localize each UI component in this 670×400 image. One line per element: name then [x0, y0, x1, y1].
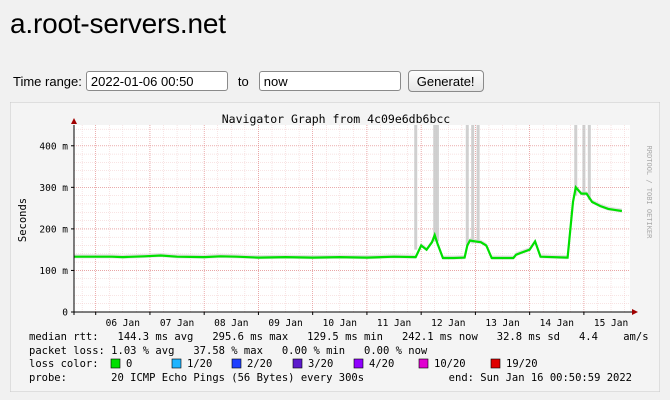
time-range-label: Time range:	[13, 73, 82, 89]
loss-color-swatch	[110, 358, 121, 369]
from-input[interactable]	[85, 71, 228, 91]
y-tick-label: 400 m	[39, 141, 68, 152]
to-label: to	[237, 73, 249, 89]
x-tick-label: 08 Jan	[214, 318, 248, 329]
page-title: a.root-servers.net	[10, 8, 226, 39]
smoke-spike	[587, 125, 591, 200]
x-tick-label: 13 Jan	[485, 318, 519, 329]
smoke-spike	[433, 125, 437, 242]
smoke-spike	[476, 125, 480, 244]
time-range-form: Time range: to Generate!	[13, 70, 484, 92]
loss-color-swatch	[231, 358, 242, 369]
x-tick-label: 11 Jan	[377, 318, 411, 329]
plot-area	[74, 125, 630, 312]
y-tick-label: 200 m	[39, 224, 68, 235]
loss-color-swatch	[418, 358, 429, 369]
legend-probe: probe: 20 ICMP Echo Pings (56 Bytes) eve…	[29, 372, 364, 384]
loss-color-label: 1/20	[187, 358, 212, 370]
y-axis-label: Seconds	[17, 198, 29, 242]
loss-color-swatch	[353, 358, 364, 369]
generate-button[interactable]: Generate!	[407, 70, 484, 92]
x-tick-label: 09 Jan	[268, 318, 302, 329]
x-tick-label: 14 Jan	[540, 318, 574, 329]
legend-median-rtt: median rtt: 144.3 ms avg 295.6 ms max 12…	[29, 331, 649, 343]
y-tick-label: 100 m	[39, 266, 68, 277]
loss-color-swatch	[490, 358, 501, 369]
smoke-spike	[465, 125, 469, 246]
loss-color-label: 19/20	[506, 358, 538, 370]
x-tick-label: 15 Jan	[594, 318, 628, 329]
loss-color-label: 2/20	[247, 358, 272, 370]
loss-color-label: 0	[126, 358, 132, 370]
smoke-spike	[471, 125, 475, 244]
x-tick-label: 06 Jan	[106, 318, 140, 329]
smoke-spike	[435, 125, 439, 242]
y-tick-label: 0	[62, 308, 68, 319]
x-tick-label: 12 Jan	[431, 318, 465, 329]
loss-color-label: 3/20	[308, 358, 333, 370]
graph-title: Navigator Graph from 4c09e6db6bcc	[222, 112, 450, 126]
loss-color-swatch	[292, 358, 303, 369]
x-tick-label: 10 Jan	[323, 318, 357, 329]
loss-color-label: 10/20	[434, 358, 466, 370]
legend-loss-color-label: loss color:	[29, 358, 99, 370]
smoke-spike	[414, 125, 418, 250]
y-tick-label: 300 m	[39, 183, 68, 194]
legend-end-time: end: Sun Jan 16 00:50:59 2022	[449, 372, 632, 384]
rrdtool-credit: RRDTOOL / TOBI OETIKER	[645, 146, 653, 240]
smoke-spike	[582, 125, 586, 196]
graph-panel: 0 100 m 200 m 300 m 400 m 06 Jan 07 Jan 08 Jan…	[9, 101, 661, 393]
smokeping-graph: 0 100 m 200 m 300 m 400 m 06 Jan 07 Jan 08 Jan…	[9, 101, 661, 393]
x-tick-label: 07 Jan	[160, 318, 194, 329]
loss-color-label: 4/20	[369, 358, 394, 370]
to-input[interactable]	[258, 71, 401, 91]
loss-color-swatch	[171, 358, 182, 369]
legend-packet-loss: packet loss: 1.03 % avg 37.58 % max 0.00…	[29, 345, 428, 357]
